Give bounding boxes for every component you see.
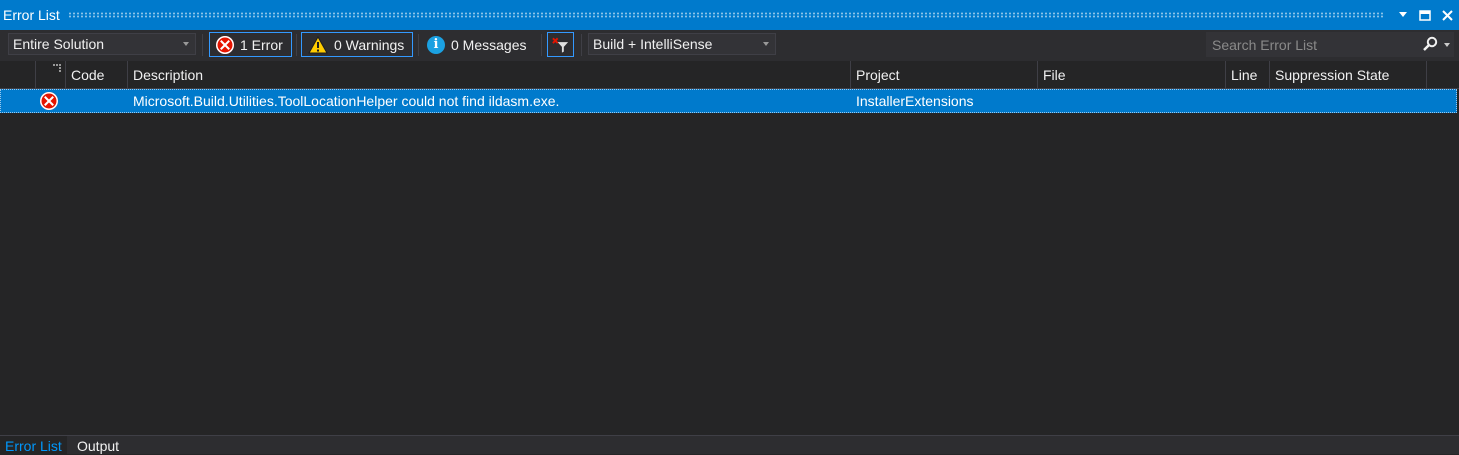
close-icon[interactable]	[1437, 5, 1457, 25]
row-severity	[40, 90, 58, 112]
search-input[interactable]	[1212, 36, 1412, 53]
column-header-code[interactable]: Code	[66, 61, 128, 89]
row-description: Microsoft.Build.Utilities.ToolLocationHe…	[133, 93, 560, 109]
row-project: InstallerExtensions	[856, 93, 974, 109]
table-row[interactable]: Microsoft.Build.Utilities.ToolLocationHe…	[0, 89, 1457, 113]
error-icon	[40, 92, 58, 110]
clear-filter-button[interactable]	[547, 32, 574, 57]
bottom-tab-strip: Error List Output	[0, 435, 1459, 455]
build-source-value: Build + IntelliSense	[593, 36, 713, 52]
tab-error-list[interactable]: Error List	[0, 436, 67, 455]
chevron-down-icon[interactable]	[1393, 5, 1413, 25]
column-header-row: Code Description Project File Line Suppr…	[0, 61, 1459, 89]
maximize-icon[interactable]	[1415, 5, 1435, 25]
errors-filter-button[interactable]: 1 Error	[209, 32, 292, 57]
column-header-file[interactable]: File	[1038, 61, 1226, 89]
column-header-line[interactable]: Line	[1226, 61, 1270, 89]
column-header-project[interactable]: Project	[851, 61, 1038, 89]
window-title: Error List	[3, 7, 60, 23]
errors-count-label: 1 Error	[240, 36, 283, 53]
messages-filter-button[interactable]: i 0 Messages	[420, 32, 538, 57]
search-options-arrow-icon[interactable]	[1444, 43, 1450, 47]
search-box[interactable]	[1206, 32, 1454, 57]
messages-count-label: 0 Messages	[451, 36, 527, 53]
build-source-dropdown[interactable]: Build + IntelliSense	[588, 33, 776, 55]
titlebar-grip[interactable]	[67, 12, 1385, 18]
warning-icon	[308, 35, 328, 53]
dropdown-arrow-icon	[763, 42, 769, 46]
column-header-description[interactable]: Description	[128, 61, 851, 89]
search-icon[interactable]	[1422, 36, 1438, 52]
toolbar-separator	[418, 34, 419, 56]
error-list-toolbar: Entire Solution 1 Error 0 Warnings i 0 M…	[0, 30, 1459, 61]
warnings-count-label: 0 Warnings	[334, 36, 405, 53]
column-header-severity[interactable]	[36, 61, 66, 89]
toolbar-separator	[202, 34, 203, 56]
info-icon: i	[427, 35, 445, 54]
dropdown-arrow-icon	[183, 42, 189, 46]
error-icon	[216, 35, 234, 54]
toolbar-separator	[541, 34, 542, 56]
toolbar-separator	[296, 34, 297, 56]
column-chooser-icon	[53, 64, 61, 72]
warnings-filter-button[interactable]: 0 Warnings	[301, 32, 413, 57]
column-header-blank[interactable]	[0, 61, 36, 89]
scope-dropdown-value: Entire Solution	[13, 36, 105, 52]
clear-filter-icon	[552, 37, 569, 53]
toolbar-separator	[581, 34, 582, 56]
tool-window-titlebar[interactable]: Error List	[0, 0, 1459, 30]
tab-output[interactable]: Output	[72, 436, 124, 455]
scope-dropdown[interactable]: Entire Solution	[8, 33, 196, 55]
column-header-suppression-state[interactable]: Suppression State	[1270, 61, 1427, 89]
